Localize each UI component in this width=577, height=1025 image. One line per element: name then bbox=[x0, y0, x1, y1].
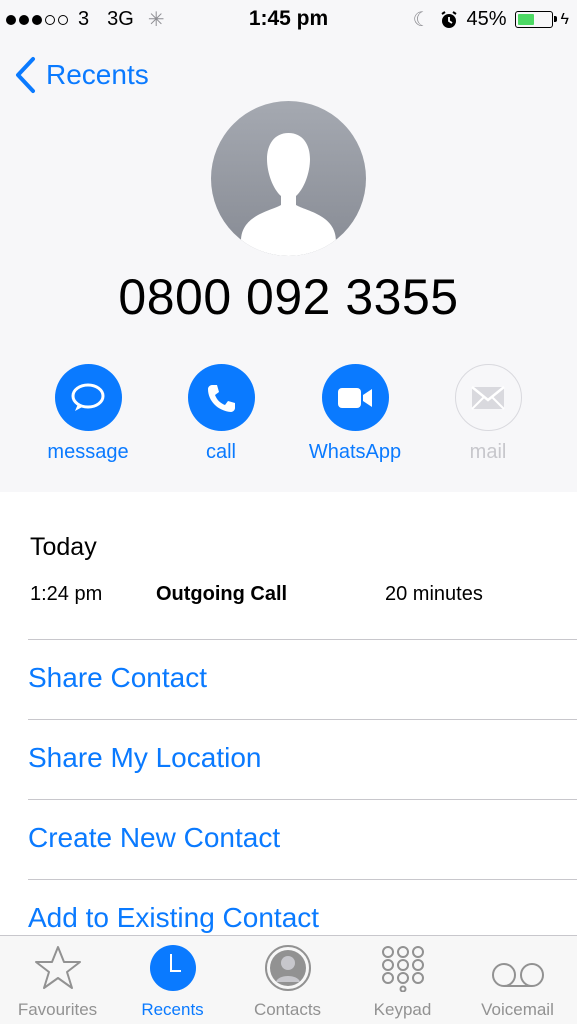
contact-actions: message call WhatsApp mail bbox=[0, 364, 577, 474]
tab-voicemail-label: Voicemail bbox=[481, 1000, 554, 1019]
battery-icon bbox=[514, 11, 557, 28]
star-icon bbox=[34, 946, 81, 989]
phone-icon bbox=[208, 384, 235, 412]
tab-recents-label: Recents bbox=[141, 1000, 204, 1019]
person-silhouette-icon bbox=[241, 133, 336, 256]
do-not-disturb-moon-icon: ☾ bbox=[412, 9, 431, 31]
message-action-circle[interactable] bbox=[54, 364, 122, 431]
chevron-left-icon bbox=[16, 57, 35, 93]
share-contact-button[interactable]: Share Contact bbox=[28, 639, 577, 719]
mail-icon bbox=[471, 385, 505, 410]
tab-keypad[interactable]: Keypad bbox=[345, 936, 460, 1025]
status-right: ☾ 45% ϟ bbox=[413, 7, 569, 32]
battery-percent: 45% bbox=[466, 8, 507, 30]
contact-avatar bbox=[211, 101, 366, 256]
charging-bolt-icon: ϟ bbox=[560, 10, 569, 28]
tab-bar: Favourites Recents Contacts Keypad Voice… bbox=[0, 935, 577, 1024]
tab-recents[interactable]: Recents bbox=[115, 936, 230, 1025]
contact-options-list: Share Contact Share My Location Create N… bbox=[28, 639, 577, 959]
whatsapp-action-circle[interactable] bbox=[321, 364, 389, 431]
tab-keypad-label: Keypad bbox=[373, 1000, 432, 1019]
tab-favourites-label: Favourites bbox=[17, 1000, 98, 1019]
tab-contacts-label: Contacts bbox=[253, 1000, 322, 1019]
tab-voicemail[interactable]: Voicemail bbox=[460, 936, 575, 1025]
clock-icon bbox=[149, 945, 196, 991]
whatsapp-action[interactable]: WhatsApp bbox=[295, 364, 415, 464]
contact-phone-number: 0800 092 3355 bbox=[118, 269, 459, 325]
back-button[interactable]: Recents bbox=[14, 56, 149, 94]
keypad-icon bbox=[381, 946, 424, 992]
message-action-label: message bbox=[47, 441, 129, 463]
video-icon bbox=[338, 387, 372, 408]
create-new-contact-button[interactable]: Create New Contact bbox=[28, 799, 577, 879]
mail-action: mail bbox=[428, 364, 548, 464]
status-bar: 3 3G ✳ 1:45 pm ☾ 45% ϟ bbox=[0, 0, 577, 38]
voicemail-icon bbox=[491, 963, 544, 987]
message-icon bbox=[71, 383, 105, 411]
tab-contacts[interactable]: Contacts bbox=[230, 936, 345, 1025]
message-action[interactable]: message bbox=[28, 364, 148, 464]
alarm-clock-icon bbox=[440, 10, 457, 28]
mail-action-circle bbox=[454, 364, 522, 431]
call-type: Outgoing Call bbox=[156, 583, 288, 605]
share-my-location-button[interactable]: Share My Location bbox=[28, 719, 577, 799]
tab-favourites[interactable]: Favourites bbox=[0, 936, 115, 1025]
contacts-icon bbox=[264, 945, 311, 991]
history-section-title: Today bbox=[30, 533, 97, 561]
call-time: 1:24 pm bbox=[30, 583, 103, 605]
call-action-circle[interactable] bbox=[187, 364, 255, 431]
whatsapp-action-label: WhatsApp bbox=[308, 441, 402, 463]
call-action[interactable]: call bbox=[161, 364, 281, 464]
call-duration: 20 minutes bbox=[385, 583, 483, 605]
back-label: Recents bbox=[46, 59, 149, 90]
mail-action-label: mail bbox=[469, 441, 507, 463]
call-action-label: call bbox=[205, 441, 236, 463]
